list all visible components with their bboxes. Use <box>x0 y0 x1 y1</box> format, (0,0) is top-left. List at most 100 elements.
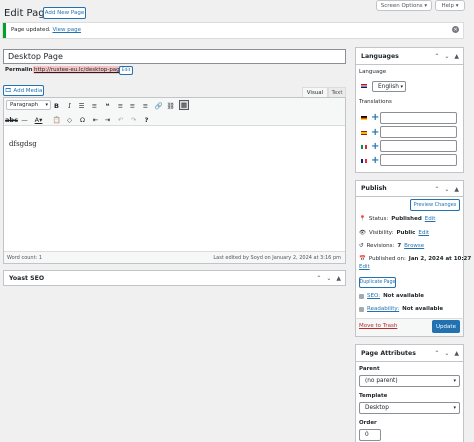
redo-icon[interactable]: ↷ <box>129 115 138 124</box>
chevron-down-icon: ▾ <box>45 102 48 108</box>
pin-icon: 📍 <box>359 216 366 222</box>
german-flag-icon <box>361 116 367 120</box>
view-page-link[interactable]: View page <box>52 27 81 33</box>
text-color-icon[interactable]: A▾ <box>34 115 43 124</box>
toolbar-toggle-icon[interactable]: ▦ <box>179 100 189 110</box>
outdent-icon[interactable]: ⇤ <box>91 115 100 124</box>
editor-content[interactable]: dfsgdsg <box>9 140 37 148</box>
chevron-down-icon[interactable]: ⌄ <box>444 186 449 193</box>
toggle-arrow-icon[interactable]: ▲ <box>454 53 459 60</box>
seo-row: SEO: Not available <box>359 293 424 299</box>
editor-box: Paragraph ▾ B I ☰ ≡ ❝ ≡ ≡ ≡ 🔗 ⛓ ▦ abc — A… <box>3 97 346 264</box>
blockquote-icon[interactable]: ❝ <box>103 101 112 110</box>
special-character-icon[interactable]: Ω <box>78 115 87 124</box>
box-controls[interactable]: ⌃ ⌄ ▲ <box>434 345 459 362</box>
visibility-edit-link[interactable]: Edit <box>418 230 429 236</box>
eye-icon: 👁 <box>359 230 366 236</box>
unlink-icon[interactable]: ⛓ <box>166 101 175 110</box>
readability-icon <box>359 306 364 312</box>
strikethrough-icon[interactable]: abc <box>5 115 18 124</box>
toggle-arrow-icon[interactable]: ▲ <box>336 275 341 282</box>
toggle-arrow-icon[interactable]: ▲ <box>454 186 459 193</box>
editor-status-bar: Word count: 1 Last edited by Soyd on Jan… <box>4 251 345 263</box>
editor-toolbar: Paragraph ▾ B I ☰ ≡ ❝ ≡ ≡ ≡ 🔗 ⛓ ▦ abc — A… <box>4 98 345 126</box>
dismiss-icon[interactable]: ✕ <box>452 26 459 33</box>
chevron-down-icon[interactable]: ⌄ <box>326 275 331 282</box>
chevron-down-icon[interactable]: ⌄ <box>444 350 449 357</box>
calendar-icon: 📅 <box>359 256 366 262</box>
permalink-url[interactable]: http://rustee-eu.lc/desktop-page/ <box>33 66 126 74</box>
template-select[interactable]: Desktop ▾ <box>359 402 460 414</box>
translation-input-es[interactable] <box>380 126 457 138</box>
translation-input-de[interactable] <box>380 112 457 124</box>
box-controls[interactable]: ⌃ ⌄ ▲ <box>316 271 341 285</box>
help-button[interactable]: Help ▾ <box>435 0 465 11</box>
permalink-edit-button[interactable]: Edit <box>119 66 133 75</box>
add-translation-icon[interactable]: + <box>371 142 379 152</box>
align-left-icon[interactable]: ≡ <box>116 101 125 110</box>
chevron-up-icon[interactable]: ⌃ <box>434 53 439 60</box>
indent-icon[interactable]: ⇥ <box>103 115 112 124</box>
chevron-down-icon: ▾ <box>453 378 456 384</box>
order-label: Order <box>359 420 377 426</box>
chevron-down-icon[interactable]: ⌄ <box>444 53 449 60</box>
numbered-list-icon[interactable]: ≡ <box>90 101 99 110</box>
published-row: 📅 Published on: Jan 2, 2024 at 10:27 <box>359 256 472 262</box>
chevron-up-icon[interactable]: ⌃ <box>434 186 439 193</box>
bullet-list-icon[interactable]: ☰ <box>77 101 86 110</box>
align-center-icon[interactable]: ≡ <box>128 101 137 110</box>
translation-input-it[interactable] <box>380 140 457 152</box>
add-translation-icon[interactable]: + <box>371 113 379 123</box>
media-icon: 🎞 <box>4 87 12 94</box>
clear-formatting-icon[interactable]: ◇ <box>65 115 74 124</box>
spanish-flag-icon <box>361 131 367 135</box>
paste-text-icon[interactable]: 📋 <box>52 115 61 124</box>
tab-visual[interactable]: Visual <box>302 87 328 97</box>
status-row: 📍 Status: Published Edit <box>359 216 436 222</box>
template-label: Template <box>359 393 388 399</box>
translation-input-fr[interactable] <box>380 154 457 166</box>
add-media-button[interactable]: 🎞 Add Media <box>3 85 44 96</box>
french-flag-icon <box>361 159 367 163</box>
align-right-icon[interactable]: ≡ <box>141 101 150 110</box>
yoast-seo-title: Yoast SEO <box>9 275 45 282</box>
chevron-down-icon: ▾ <box>453 405 456 411</box>
parent-label: Parent <box>359 366 380 372</box>
add-new-page-button[interactable]: Add New Page <box>43 7 86 19</box>
toggle-arrow-icon[interactable]: ▲ <box>454 350 459 357</box>
language-select[interactable]: English ▾ <box>372 81 406 92</box>
move-to-trash-link[interactable]: Move to Trash <box>359 323 397 329</box>
last-edited: Last edited by Soyd on January 2, 2024 a… <box>213 255 341 261</box>
post-title-input[interactable]: Desktop Page <box>3 49 346 64</box>
seo-icon <box>359 293 364 299</box>
add-translation-icon[interactable]: + <box>371 128 379 138</box>
screen-options-button[interactable]: Screen Options ▾ <box>376 0 432 11</box>
status-edit-link[interactable]: Edit <box>425 216 436 222</box>
uk-flag-icon <box>361 84 367 88</box>
revisions-icon: ↺ <box>359 243 364 249</box>
preview-changes-button[interactable]: Preview Changes <box>410 199 460 211</box>
published-edit-link[interactable]: Edit <box>359 264 370 270</box>
format-select[interactable]: Paragraph ▾ <box>6 100 51 110</box>
box-controls[interactable]: ⌃ ⌄ ▲ <box>434 181 459 197</box>
bold-icon[interactable]: B <box>52 101 61 110</box>
translations-label: Translations <box>359 99 392 105</box>
browse-revisions-link[interactable]: Browse <box>404 243 424 249</box>
duplicate-page-button[interactable]: Duplicate Page <box>359 277 396 288</box>
chevron-up-icon[interactable]: ⌃ <box>434 350 439 357</box>
italic-icon[interactable]: I <box>65 101 74 110</box>
box-controls[interactable]: ⌃ ⌄ ▲ <box>434 48 459 65</box>
parent-select[interactable]: (no parent) ▾ <box>359 375 460 387</box>
tab-text[interactable]: Text <box>328 87 346 97</box>
chevron-up-icon[interactable]: ⌃ <box>316 275 321 282</box>
order-input[interactable]: 0 <box>359 429 381 441</box>
help-icon[interactable]: ? <box>142 115 151 124</box>
chevron-down-icon: ▾ <box>400 83 403 90</box>
add-translation-icon[interactable]: + <box>371 156 379 166</box>
undo-icon[interactable]: ↶ <box>116 115 125 124</box>
revisions-row: ↺ Revisions: 7 Browse <box>359 243 425 249</box>
update-button[interactable]: Update <box>432 320 460 333</box>
word-count: Word count: 1 <box>7 255 43 261</box>
horizontal-line-icon[interactable]: — <box>20 115 29 124</box>
link-icon[interactable]: 🔗 <box>154 101 163 110</box>
